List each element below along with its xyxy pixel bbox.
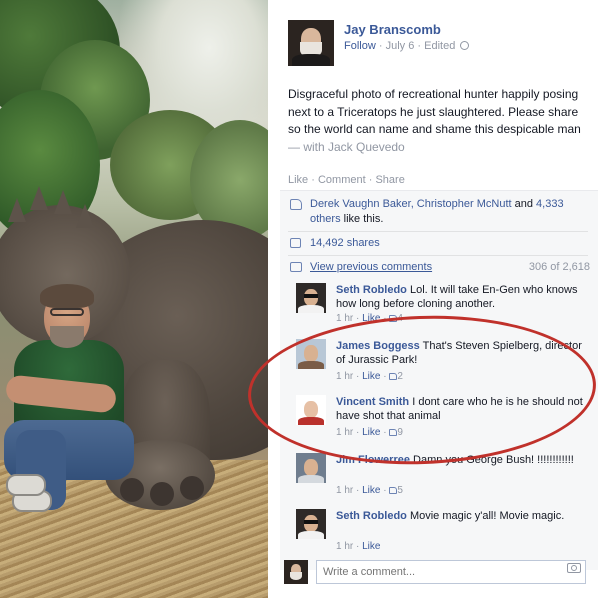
post-photo[interactable] xyxy=(0,0,268,598)
commenter-avatar[interactable] xyxy=(296,283,326,313)
comment-meta: 1 hr · Like · 9 xyxy=(336,427,403,438)
frill-spike xyxy=(8,198,26,222)
action-separator: · xyxy=(311,174,315,186)
comment-action[interactable]: Comment xyxy=(318,174,366,186)
comment-text: Movie magic y'all! Movie magic. xyxy=(409,510,565,522)
likes-summary: Derek Vaughn Baker, Christopher McNutt a… xyxy=(290,197,590,227)
view-previous-comments-link[interactable]: View previous comments xyxy=(310,261,432,273)
meta-separator: · xyxy=(378,40,386,52)
avatar-face xyxy=(304,459,318,476)
comment-like-link[interactable]: Like xyxy=(362,427,380,438)
likes-and: and xyxy=(514,198,533,210)
avatar-sunglasses xyxy=(304,520,318,524)
author-name[interactable]: Jay Branscomb xyxy=(344,22,441,37)
divider xyxy=(288,231,588,232)
comment-time[interactable]: 1 hr xyxy=(336,371,353,382)
comment-meta: 1 hr · Like · 5 xyxy=(336,485,403,496)
commenter-avatar[interactable] xyxy=(296,395,326,425)
comment-body: Jim Flowerree Damn you George Bush! !!!!… xyxy=(336,453,584,467)
composer-avatar xyxy=(284,560,308,584)
share-action[interactable]: Share xyxy=(375,174,404,186)
comment-like-count[interactable]: 5 xyxy=(397,485,403,496)
commenter-avatar[interactable] xyxy=(296,509,326,539)
follow-link[interactable]: Follow xyxy=(344,40,376,52)
comment-like-count[interactable]: 4 xyxy=(397,313,403,324)
share-icon xyxy=(290,238,301,248)
avatar-body xyxy=(298,305,324,313)
comment-count: 306 of 2,618 xyxy=(528,261,590,273)
post-body: Disgraceful photo of recreational hunter… xyxy=(288,87,581,136)
comment-body: James Boggess That's Steven Spielberg, d… xyxy=(336,339,584,367)
avatar-body xyxy=(298,361,324,369)
comment-body: Seth Robledo Lol. It will take En-Gen wh… xyxy=(336,283,584,311)
likers-names[interactable]: Derek Vaughn Baker, Christopher McNutt xyxy=(310,198,512,210)
view-previous-row: View previous comments 306 of 2,618 xyxy=(290,261,590,273)
triceratops-toe xyxy=(120,478,144,502)
comment-text: Damn you George Bush! !!!!!!!!!!!! xyxy=(413,454,574,466)
like-action[interactable]: Like xyxy=(288,174,308,186)
comment-meta: 1 hr · Like · 4 xyxy=(336,313,403,324)
triceratops-toe xyxy=(180,476,204,500)
post-header: Jay Branscomb Follow · July 6 · Edited xyxy=(288,18,588,74)
post-meta: Follow · July 6 · Edited xyxy=(344,40,470,52)
commenter-name[interactable]: Seth Robledo xyxy=(336,284,407,296)
post-text: Disgraceful photo of recreational hunter… xyxy=(288,86,588,156)
person-glasses xyxy=(50,308,84,316)
commenter-avatar[interactable] xyxy=(296,453,326,483)
comment-like-link[interactable]: Like xyxy=(362,541,380,552)
comment-like-count[interactable]: 2 xyxy=(397,371,403,382)
comment-like-link[interactable]: Like xyxy=(362,313,380,324)
frill-spike xyxy=(54,190,72,214)
action-separator: · xyxy=(368,174,373,186)
comment-like-count[interactable]: 9 xyxy=(397,427,403,438)
commenter-avatar[interactable] xyxy=(296,339,326,369)
commenter-name[interactable]: Seth Robledo xyxy=(336,510,407,522)
comment-time[interactable]: 1 hr xyxy=(336,541,353,552)
divider xyxy=(288,255,588,256)
commenter-name[interactable]: Jim Flowerree xyxy=(336,454,410,466)
shares-count[interactable]: 14,492 shares xyxy=(310,237,380,249)
person-hair xyxy=(40,284,94,308)
avatar-face xyxy=(304,401,318,418)
post-summary: Derek Vaughn Baker, Christopher McNutt a… xyxy=(280,190,598,570)
comment-body: Seth Robledo Movie magic y'all! Movie ma… xyxy=(336,509,584,523)
triceratops-toe xyxy=(150,482,174,506)
avatar-beard xyxy=(290,572,302,580)
comment-like-link[interactable]: Like xyxy=(362,371,380,382)
avatar-body xyxy=(292,54,330,66)
comment-meta: 1 hr · Like xyxy=(336,541,381,552)
comment-time[interactable]: 1 hr xyxy=(336,485,353,496)
write-comment-input[interactable] xyxy=(316,560,586,584)
comment-time[interactable]: 1 hr xyxy=(336,427,353,438)
comment-meta: 1 hr · Like · 2 xyxy=(336,371,403,382)
globe-icon[interactable] xyxy=(460,41,470,50)
edited-label[interactable]: Edited xyxy=(424,40,455,52)
person-beard xyxy=(50,326,84,348)
camera-icon[interactable] xyxy=(567,563,581,573)
comment-like-link[interactable]: Like xyxy=(362,485,380,496)
comment-time[interactable]: 1 hr xyxy=(336,313,353,324)
facebook-post: Jay Branscomb Follow · July 6 · Edited D… xyxy=(268,0,601,598)
avatar-body xyxy=(298,531,324,539)
frill-spike xyxy=(76,204,94,228)
person-shoe xyxy=(6,474,46,496)
thumbs-up-icon xyxy=(290,199,302,210)
avatar-face xyxy=(304,345,318,362)
shares-summary[interactable]: 14,492 shares xyxy=(290,237,380,249)
comment-composer xyxy=(284,556,589,588)
likes-suffix: like this. xyxy=(343,213,384,225)
post-actions: Like · Comment · Share xyxy=(288,174,405,186)
avatar-sunglasses xyxy=(304,294,318,298)
author-avatar[interactable] xyxy=(288,20,334,66)
commenter-name[interactable]: Vincent Smith xyxy=(336,396,409,408)
comment-icon xyxy=(290,262,302,272)
commenter-name[interactable]: James Boggess xyxy=(336,340,420,352)
post-date[interactable]: July 6 xyxy=(386,40,415,52)
tagged-with[interactable]: — with Jack Quevedo xyxy=(288,140,405,154)
frill-spike xyxy=(30,186,48,210)
avatar-body xyxy=(298,475,324,483)
comment-body: Vincent Smith I dont care who he is he s… xyxy=(336,395,584,423)
avatar-body xyxy=(298,417,324,425)
